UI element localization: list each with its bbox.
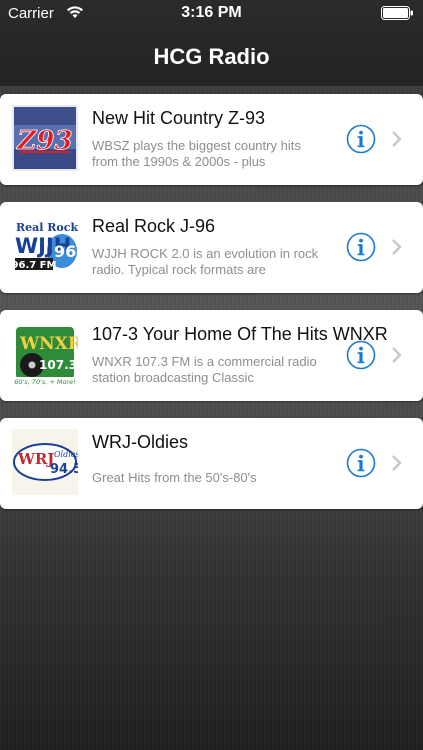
station-row-wrj-oldies[interactable]: WRJ Oldies 94.5 WRJ-Oldies Great Hits fr… (0, 418, 423, 509)
battery-icon (381, 6, 414, 20)
station-description: WNXR 107.3 FM is a commercial radio stat… (92, 354, 317, 385)
station-description: Great Hits from the 50's-80's (92, 470, 257, 485)
svg-text:107.3: 107.3 (39, 358, 77, 372)
info-icon[interactable] (346, 124, 376, 154)
svg-text:WNXR: WNXR (19, 334, 78, 354)
svg-text:Oldies: Oldies (54, 450, 78, 459)
info-icon[interactable] (346, 340, 376, 370)
svg-text:96: 96 (54, 242, 76, 261)
status-time: 3:16 PM (181, 4, 242, 21)
svg-text:Real Rock: Real Rock (16, 221, 78, 234)
chevron-right-icon (391, 130, 403, 148)
station-title: 107-3 Your Home Of The Hits WNXR (92, 324, 388, 344)
station-title: WRJ-Oldies (92, 432, 189, 452)
station-description: WJJH ROCK 2.0 is an evolution in rock ra… (92, 246, 319, 277)
svg-text:96.7 FM: 96.7 FM (12, 260, 57, 271)
station-row-z93[interactable]: Z93 New Hit Country Z-93 WBSZ plays the … (0, 94, 423, 185)
station-logo-wnxr: WNXR 107.3 60's, 70's, + More! (12, 321, 78, 387)
svg-text:60's, 70's, + More!: 60's, 70's, + More! (14, 378, 76, 386)
station-description: WBSZ plays the biggest country hits from… (92, 138, 301, 169)
navigation-header: Carrier 3:16 PM HCG Radio (0, 0, 423, 86)
svg-text:94.5: 94.5 (50, 462, 78, 477)
info-icon[interactable] (346, 232, 376, 262)
chevron-right-icon (391, 238, 403, 256)
svg-text:WRJ: WRJ (17, 450, 54, 468)
station-row-wjjh[interactable]: Real Rock WJJH 96 96.7 FM Real Rock J-96… (0, 202, 423, 293)
status-bar: Carrier 3:16 PM (0, 0, 423, 30)
chevron-right-icon (391, 346, 403, 364)
chevron-right-icon (391, 454, 403, 472)
station-logo-wjjh: Real Rock WJJH 96 96.7 FM (12, 213, 78, 279)
station-title: Real Rock J-96 (92, 216, 216, 236)
station-row-wnxr[interactable]: WNXR 107.3 60's, 70's, + More! 107-3 You… (0, 310, 423, 401)
station-title: New Hit Country Z-93 (92, 108, 266, 128)
info-icon[interactable] (346, 448, 376, 478)
station-logo-wrj: WRJ Oldies 94.5 (12, 429, 78, 495)
page-title: HCG Radio (153, 44, 270, 69)
station-logo-z93: Z93 (12, 105, 78, 171)
